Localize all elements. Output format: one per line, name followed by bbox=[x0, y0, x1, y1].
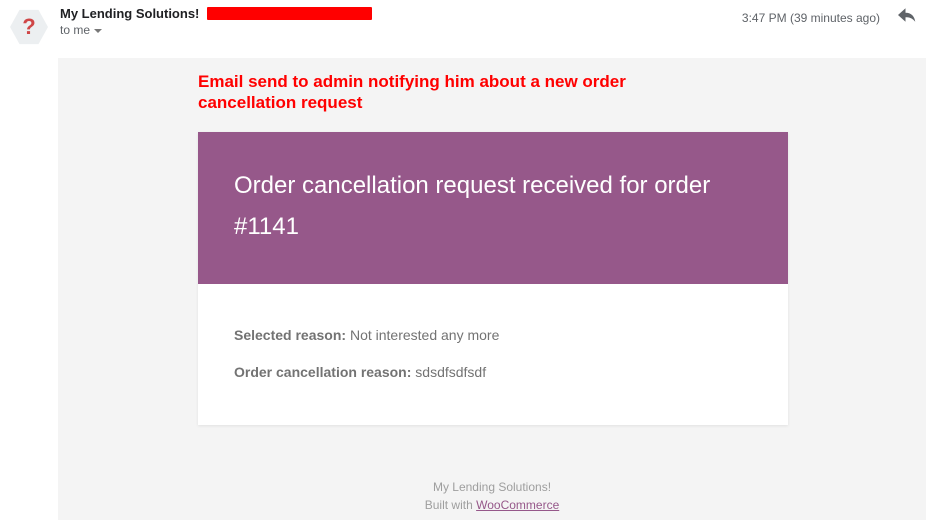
selected-reason-label: Selected reason: bbox=[234, 327, 346, 343]
footer-built-line: Built with WooCommerce bbox=[58, 496, 926, 514]
cancel-reason-label: Order cancellation reason: bbox=[234, 364, 411, 380]
chevron-down-icon bbox=[94, 29, 102, 33]
time-block: 3:47 PM (39 minutes ago) bbox=[742, 8, 916, 27]
annotation-text: Email send to admin notifying him about … bbox=[198, 71, 658, 114]
redacted-email bbox=[207, 7, 372, 20]
sender-name: My Lending Solutions! bbox=[60, 6, 199, 21]
to-text: to me bbox=[60, 23, 90, 37]
reply-icon[interactable] bbox=[898, 8, 916, 27]
timestamp: 3:47 PM (39 minutes ago) bbox=[742, 11, 880, 25]
card-title: Order cancellation request received for … bbox=[198, 132, 788, 284]
to-line[interactable]: to me bbox=[60, 23, 730, 37]
sender-line: My Lending Solutions! bbox=[60, 6, 730, 21]
selected-reason-value: Not interested any more bbox=[346, 327, 499, 343]
card-body: Selected reason: Not interested any more… bbox=[198, 284, 788, 425]
email-header: ? My Lending Solutions! to me 3:47 PM (3… bbox=[0, 0, 936, 50]
footer-company: My Lending Solutions! bbox=[58, 478, 926, 496]
selected-reason-row: Selected reason: Not interested any more bbox=[234, 326, 752, 346]
footer-woocommerce-link[interactable]: WooCommerce bbox=[476, 498, 559, 512]
email-body-container: Email send to admin notifying him about … bbox=[58, 58, 926, 520]
notification-card: Order cancellation request received for … bbox=[198, 132, 788, 425]
footer-built-prefix: Built with bbox=[425, 498, 476, 512]
sender-block: My Lending Solutions! to me bbox=[60, 6, 730, 37]
email-footer: My Lending Solutions! Built with WooComm… bbox=[58, 478, 926, 514]
cancel-reason-row: Order cancellation reason: sdsdfsdfsdf bbox=[234, 363, 752, 383]
sender-avatar[interactable]: ? bbox=[10, 8, 48, 46]
cancel-reason-value: sdsdfsdfsdf bbox=[411, 364, 486, 380]
avatar-symbol: ? bbox=[22, 14, 35, 40]
